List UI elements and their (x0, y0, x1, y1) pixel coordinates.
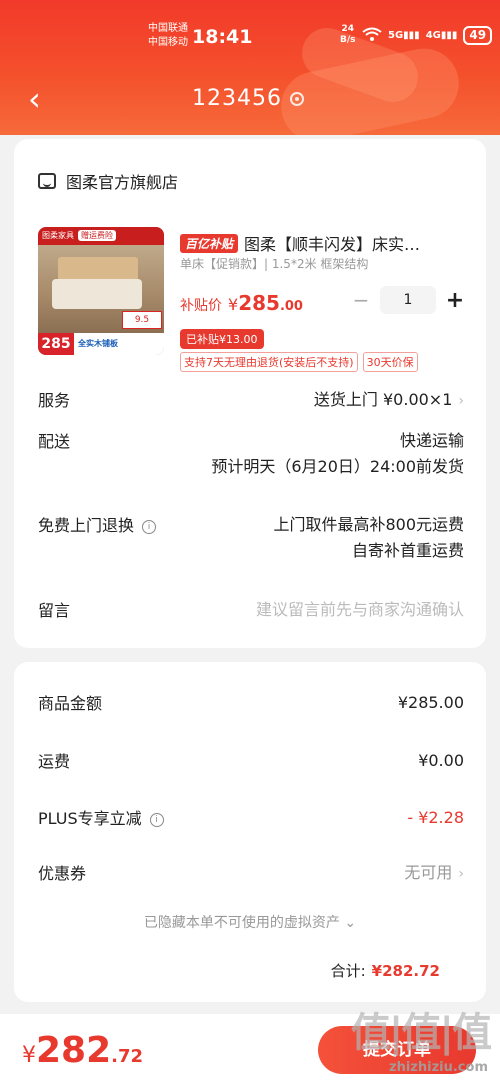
return-label: 免费上门退换 i (38, 512, 157, 536)
quantity-stepper: − 1 + (350, 286, 466, 314)
bottom-price: ¥ 282 .72 (22, 1030, 143, 1071)
thumb-banner: 图柔家具 赠运费险 (38, 227, 164, 245)
promo-badge: 百亿补贴 (180, 233, 239, 253)
product-title-text: 图柔【顺丰闪发】床实… (244, 235, 421, 254)
shipping-label: 运费 (38, 752, 71, 771)
watermark-logo: 值|值|值 (350, 1010, 492, 1056)
coupon-row[interactable]: 优惠券 无可用 › (38, 860, 464, 888)
battery-icon: 49 (463, 26, 493, 45)
chevron-right-icon: › (458, 393, 464, 409)
coupon-label: 优惠券 (38, 864, 87, 883)
product-price: 补贴价 ¥ 285 .00 (180, 291, 303, 315)
price-dec: .00 (279, 299, 303, 314)
service-value: 送货上门 ¥0.00×1 › (314, 387, 464, 414)
hidden-assets-text: 已隐藏本单不可使用的虚拟资产 (143, 915, 340, 931)
goods-label: 商品金额 (38, 694, 103, 713)
shop-header[interactable]: 图柔官方旗舰店 (38, 169, 178, 193)
plus-label-text: PLUS专享立减 (38, 809, 142, 828)
message-row[interactable]: 留言 建议留言前先与商家沟通确认 (38, 597, 464, 627)
thumb-sale: 9.5 (122, 311, 162, 329)
chevron-right-icon: › (458, 866, 464, 882)
network-speed: 24 B/s (340, 24, 356, 46)
page-title: 123456 (192, 86, 282, 111)
info-icon[interactable]: i (149, 812, 164, 827)
plus-label: PLUS专享立减 i (38, 805, 164, 829)
speed-unit: B/s (340, 35, 356, 45)
header: 中国联通 中国移动 18:41 24 B/s 5G▮▮▮ 4G▮▮▮ 49 ‹ … (0, 0, 500, 135)
clock: 18:41 (192, 26, 253, 48)
thumb-brand: 图柔家具 (42, 231, 74, 240)
goods-value: ¥285.00 (397, 693, 464, 712)
carrier-1: 中国联通 (148, 23, 188, 34)
message-label: 留言 (38, 601, 71, 620)
product-image[interactable]: 图柔家具 赠运费险 9.5 285 全实木铺板 (38, 227, 164, 355)
quantity-input[interactable]: 1 (380, 286, 436, 314)
back-icon[interactable]: ‹ (28, 82, 41, 116)
shop-icon (38, 173, 56, 189)
order-card: 图柔官方旗舰店 图柔家具 赠运费险 9.5 285 全实木铺板 百亿补贴 图柔【顺… (14, 139, 486, 648)
goods-row: 商品金额 ¥285.00 (38, 690, 464, 718)
total-value: ¥282.72 (371, 962, 440, 980)
location-icon[interactable] (290, 92, 304, 106)
chevron-down-icon: ⌄ (344, 915, 357, 931)
info-icon[interactable]: i (142, 519, 157, 534)
bottom-currency: ¥ (22, 1043, 36, 1068)
bed-headboard (58, 257, 138, 281)
carrier-2: 中国移动 (148, 37, 188, 48)
delivery-label: 配送 (38, 432, 71, 451)
tag-return: 支持7天无理由退货(安装后不支持) (180, 352, 358, 372)
plus-value: - ¥2.28 (407, 808, 464, 827)
plus-icon[interactable]: + (444, 288, 466, 313)
message-input[interactable]: 建议留言前先与商家沟通确认 (256, 597, 464, 623)
nav-bar: ‹ 123456 (0, 78, 500, 122)
delivery-row: 配送 快递运输 预计明天（6月20日）24:00前发货 (38, 428, 464, 484)
service-row[interactable]: 服务 送货上门 ¥0.00×1 › (38, 387, 464, 417)
signal-5g-icon: 5G▮▮▮ (388, 30, 420, 41)
shipping-row: 运费 ¥0.00 (38, 748, 464, 776)
coupon-value-text: 无可用 (404, 863, 453, 882)
shop-name: 图柔官方旗舰店 (66, 173, 179, 192)
signal-4g-icon: 4G▮▮▮ (425, 30, 458, 41)
thumb-badge: 赠运费险 (78, 230, 116, 241)
delivery-method: 快递运输 (399, 431, 464, 450)
summary-card: 商品金额 ¥285.00 运费 ¥0.00 PLUS专享立减 i - ¥2.28 … (14, 662, 486, 1002)
sig2-label: 4G (425, 30, 441, 41)
total-label: 合计: (330, 962, 366, 980)
sig1-label: 5G (388, 30, 404, 41)
return-value-2: 自寄补首重运费 (351, 541, 464, 560)
status-icons: 5G▮▮▮ 4G▮▮▮ 49 (362, 26, 493, 45)
return-label-text: 免费上门退换 (38, 516, 135, 535)
order-total: 合计: ¥282.72 (331, 960, 440, 981)
carrier-labels: 中国联通 中国移动 (148, 22, 188, 50)
hidden-assets-toggle[interactable]: 已隐藏本单不可使用的虚拟资产 ⌄ (14, 912, 486, 932)
service-label: 服务 (38, 391, 71, 410)
tag-price-protect: 30天价保 (362, 352, 418, 372)
minus-icon[interactable]: − (350, 288, 372, 312)
return-value-1: 上门取件最高补800元运费 (273, 515, 464, 534)
price-int: 285 (238, 291, 280, 315)
product-spec[interactable]: 单床【促销款】| 1.5*2米 框架结构 (180, 255, 368, 272)
wifi-icon (362, 27, 382, 44)
return-value: 上门取件最高补800元运费 自寄补首重运费 (273, 512, 464, 564)
price-currency: ¥ (228, 295, 239, 314)
product-title[interactable]: 百亿补贴 图柔【顺丰闪发】床实… (180, 231, 470, 255)
thumb-price: 285 (38, 333, 74, 355)
plus-row: PLUS专享立减 i - ¥2.28 (38, 805, 464, 833)
return-row: 免费上门退换 i 上门取件最高补800元运费 自寄补首重运费 (38, 512, 464, 568)
shipping-value: ¥0.00 (418, 751, 464, 770)
speed-value: 24 (341, 24, 355, 34)
service-tags: 支持7天无理由退货(安装后不支持) 30天价保 (180, 352, 418, 372)
service-value-text: 送货上门 ¥0.00×1 (313, 390, 453, 409)
status-bar: 中国联通 中国移动 18:41 24 B/s 5G▮▮▮ 4G▮▮▮ 49 (0, 18, 500, 54)
thumb-strip: 全实木铺板 (74, 333, 164, 355)
subsidy-tag: 已补贴¥13.00 (180, 329, 264, 349)
price-label: 补贴价 (180, 298, 222, 314)
delivery-value: 快递运输 预计明天（6月20日）24:00前发货 (211, 428, 464, 480)
delivery-eta: 预计明天（6月20日）24:00前发货 (211, 457, 464, 476)
bed-mattress (52, 279, 142, 309)
bottom-price-dec: .72 (111, 1046, 144, 1067)
watermark-site: zhizhiziu.com (389, 1060, 488, 1075)
bottom-price-int: 282 (36, 1030, 112, 1071)
coupon-value: 无可用 › (404, 860, 464, 887)
